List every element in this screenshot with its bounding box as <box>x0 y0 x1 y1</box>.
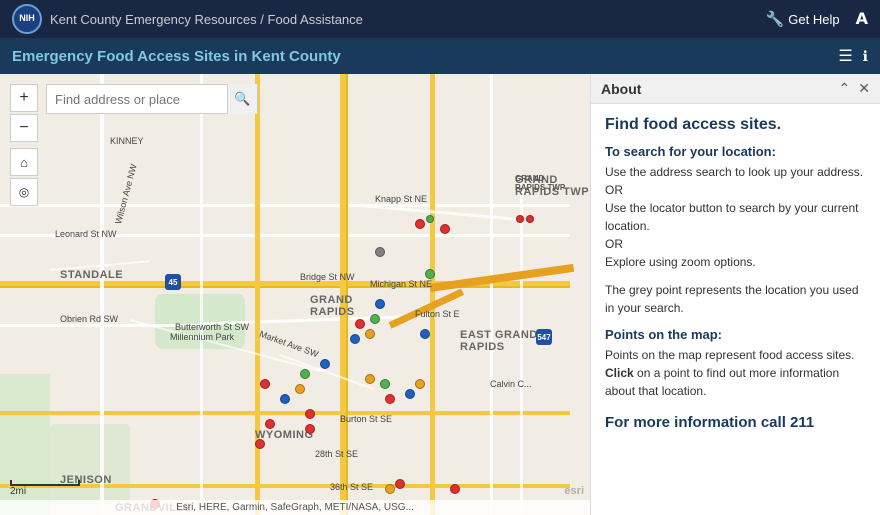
road-nn2 <box>490 74 493 515</box>
label-knapp: Knapp St NE <box>375 194 427 204</box>
road-beltline <box>520 174 523 515</box>
label-28th: 28th St SE <box>315 449 358 459</box>
header-right: 🔧 Get Help 𝗔 <box>766 9 868 29</box>
app-header: NIH Kent County Emergency Resources / Fo… <box>0 0 880 38</box>
road-bridge-st-border <box>0 286 570 288</box>
highway-i96-b <box>389 289 464 329</box>
area-east-grand-rapids: EAST GRANDRAPIDS <box>460 329 538 353</box>
search-button[interactable]: 🔍 <box>227 84 257 114</box>
road-28th <box>0 411 570 415</box>
interstate-547-badge: 547 <box>536 329 552 345</box>
map-dot[interactable] <box>265 419 275 429</box>
wrench-icon: 🔧 <box>766 10 785 28</box>
map-dot[interactable] <box>395 479 405 489</box>
map-dot[interactable] <box>415 379 425 389</box>
label-wilson-ave: Wilson Ave NW <box>113 163 139 225</box>
close-button[interactable]: ✕ <box>858 80 870 97</box>
road-leonard <box>0 234 570 237</box>
esri-logo: esri <box>564 485 584 497</box>
map-dot[interactable] <box>380 379 390 389</box>
map-dot[interactable] <box>255 439 265 449</box>
main-content: KINNEY Leonard St NW Knapp St NE Bridge … <box>0 74 880 515</box>
road-nn <box>200 74 203 515</box>
translate-icon: 𝗔 <box>856 9 868 29</box>
get-help-button[interactable]: 🔧 Get Help <box>766 10 840 28</box>
section3-text: Points on the map represent food access … <box>605 346 866 400</box>
sidebar-header-title: About <box>601 81 641 97</box>
home-button[interactable]: ⌂ <box>10 148 38 176</box>
map-dot[interactable] <box>516 215 524 223</box>
road-knapp <box>0 204 570 207</box>
translate-button[interactable]: 𝗔 <box>856 9 868 29</box>
search-input[interactable] <box>47 85 227 113</box>
map-dot[interactable] <box>375 247 385 257</box>
collapse-button[interactable]: ⌃ <box>839 80 851 97</box>
call-211: For more information call 211 <box>605 414 866 431</box>
sidebar: About ⌃ ✕ Find food access sites. To sea… <box>590 74 880 515</box>
map-attribution: Esri, HERE, Garmin, SafeGraph, METI/NASA… <box>0 500 590 515</box>
map-dot[interactable] <box>350 334 360 344</box>
sidebar-content: Find food access sites. To search for yo… <box>591 104 880 443</box>
map-dot[interactable] <box>426 215 434 223</box>
map-dot[interactable] <box>526 215 534 223</box>
section3-heading: Points on the map: <box>605 327 866 342</box>
section2-text: The grey point represents the location y… <box>605 281 866 317</box>
map-dot[interactable] <box>370 314 380 324</box>
map-dot[interactable] <box>305 424 315 434</box>
subheader: Emergency Food Access Sites in Kent Coun… <box>0 38 880 74</box>
map-dot[interactable] <box>385 484 395 494</box>
interstate-45-badge: 45 <box>165 274 181 290</box>
road-36th <box>0 484 570 488</box>
zoom-out-button[interactable]: − <box>10 114 38 142</box>
map-dot[interactable] <box>320 359 330 369</box>
sidebar-header-icons: ⌃ ✕ <box>839 80 870 97</box>
map-dot[interactable] <box>415 219 425 229</box>
map-area[interactable]: KINNEY Leonard St NW Knapp St NE Bridge … <box>0 74 590 515</box>
label-calvin: Calvin C... <box>490 379 532 389</box>
header-title: Kent County Emergency Resources / Food A… <box>50 12 363 27</box>
page-title: Emergency Food Access Sites in Kent Coun… <box>12 48 341 65</box>
road-fuller <box>430 74 435 515</box>
map-dot[interactable] <box>365 329 375 339</box>
map-dot[interactable] <box>440 224 450 234</box>
map-dot[interactable] <box>420 329 430 339</box>
map-background: KINNEY Leonard St NW Knapp St NE Bridge … <box>0 74 590 515</box>
label-kinney: KINNEY <box>110 136 144 146</box>
locate-button[interactable]: ◎ <box>10 178 38 206</box>
map-dot[interactable] <box>405 389 415 399</box>
road-division-border <box>346 74 348 515</box>
map-controls: + − ⌂ ◎ <box>10 84 38 206</box>
map-dot[interactable] <box>260 379 270 389</box>
info-button[interactable]: ℹ <box>863 48 868 65</box>
section1-heading: To search for your location: <box>605 144 866 159</box>
map-dot[interactable] <box>385 394 395 404</box>
map-dot[interactable] <box>300 369 310 379</box>
sidebar-header: About ⌃ ✕ <box>591 74 880 104</box>
scale-bar: 2mi <box>10 480 80 497</box>
map-dot[interactable] <box>425 269 435 279</box>
map-dot[interactable] <box>280 394 290 404</box>
map-dot[interactable] <box>375 299 385 309</box>
nih-logo: NIH <box>12 4 42 34</box>
map-dot[interactable] <box>450 484 460 494</box>
area-standale: STANDALE <box>60 269 123 281</box>
area-grand-rapids-twp: GRANDRAPIDS TWP <box>515 174 589 198</box>
map-dot[interactable] <box>305 409 315 419</box>
search-bar: 🔍 <box>46 84 258 114</box>
header-left: NIH Kent County Emergency Resources / Fo… <box>12 4 363 34</box>
label-market-ave: Market Ave SW <box>258 329 320 360</box>
map-dot[interactable] <box>355 319 365 329</box>
label-obrien: Obrien Rd SW <box>60 314 118 324</box>
list-view-button[interactable]: ☰ <box>838 46 852 66</box>
search-icon: 🔍 <box>234 91 250 107</box>
zoom-in-button[interactable]: + <box>10 84 38 112</box>
scale-label: 2mi <box>10 486 26 497</box>
section1-text: Use the address search to look up your a… <box>605 163 866 271</box>
sidebar-main-title: Find food access sites. <box>605 116 866 134</box>
map-dot[interactable] <box>295 384 305 394</box>
subheader-right: ☰ ℹ <box>838 46 868 66</box>
road-wilson <box>100 74 104 515</box>
map-dot[interactable] <box>365 374 375 384</box>
